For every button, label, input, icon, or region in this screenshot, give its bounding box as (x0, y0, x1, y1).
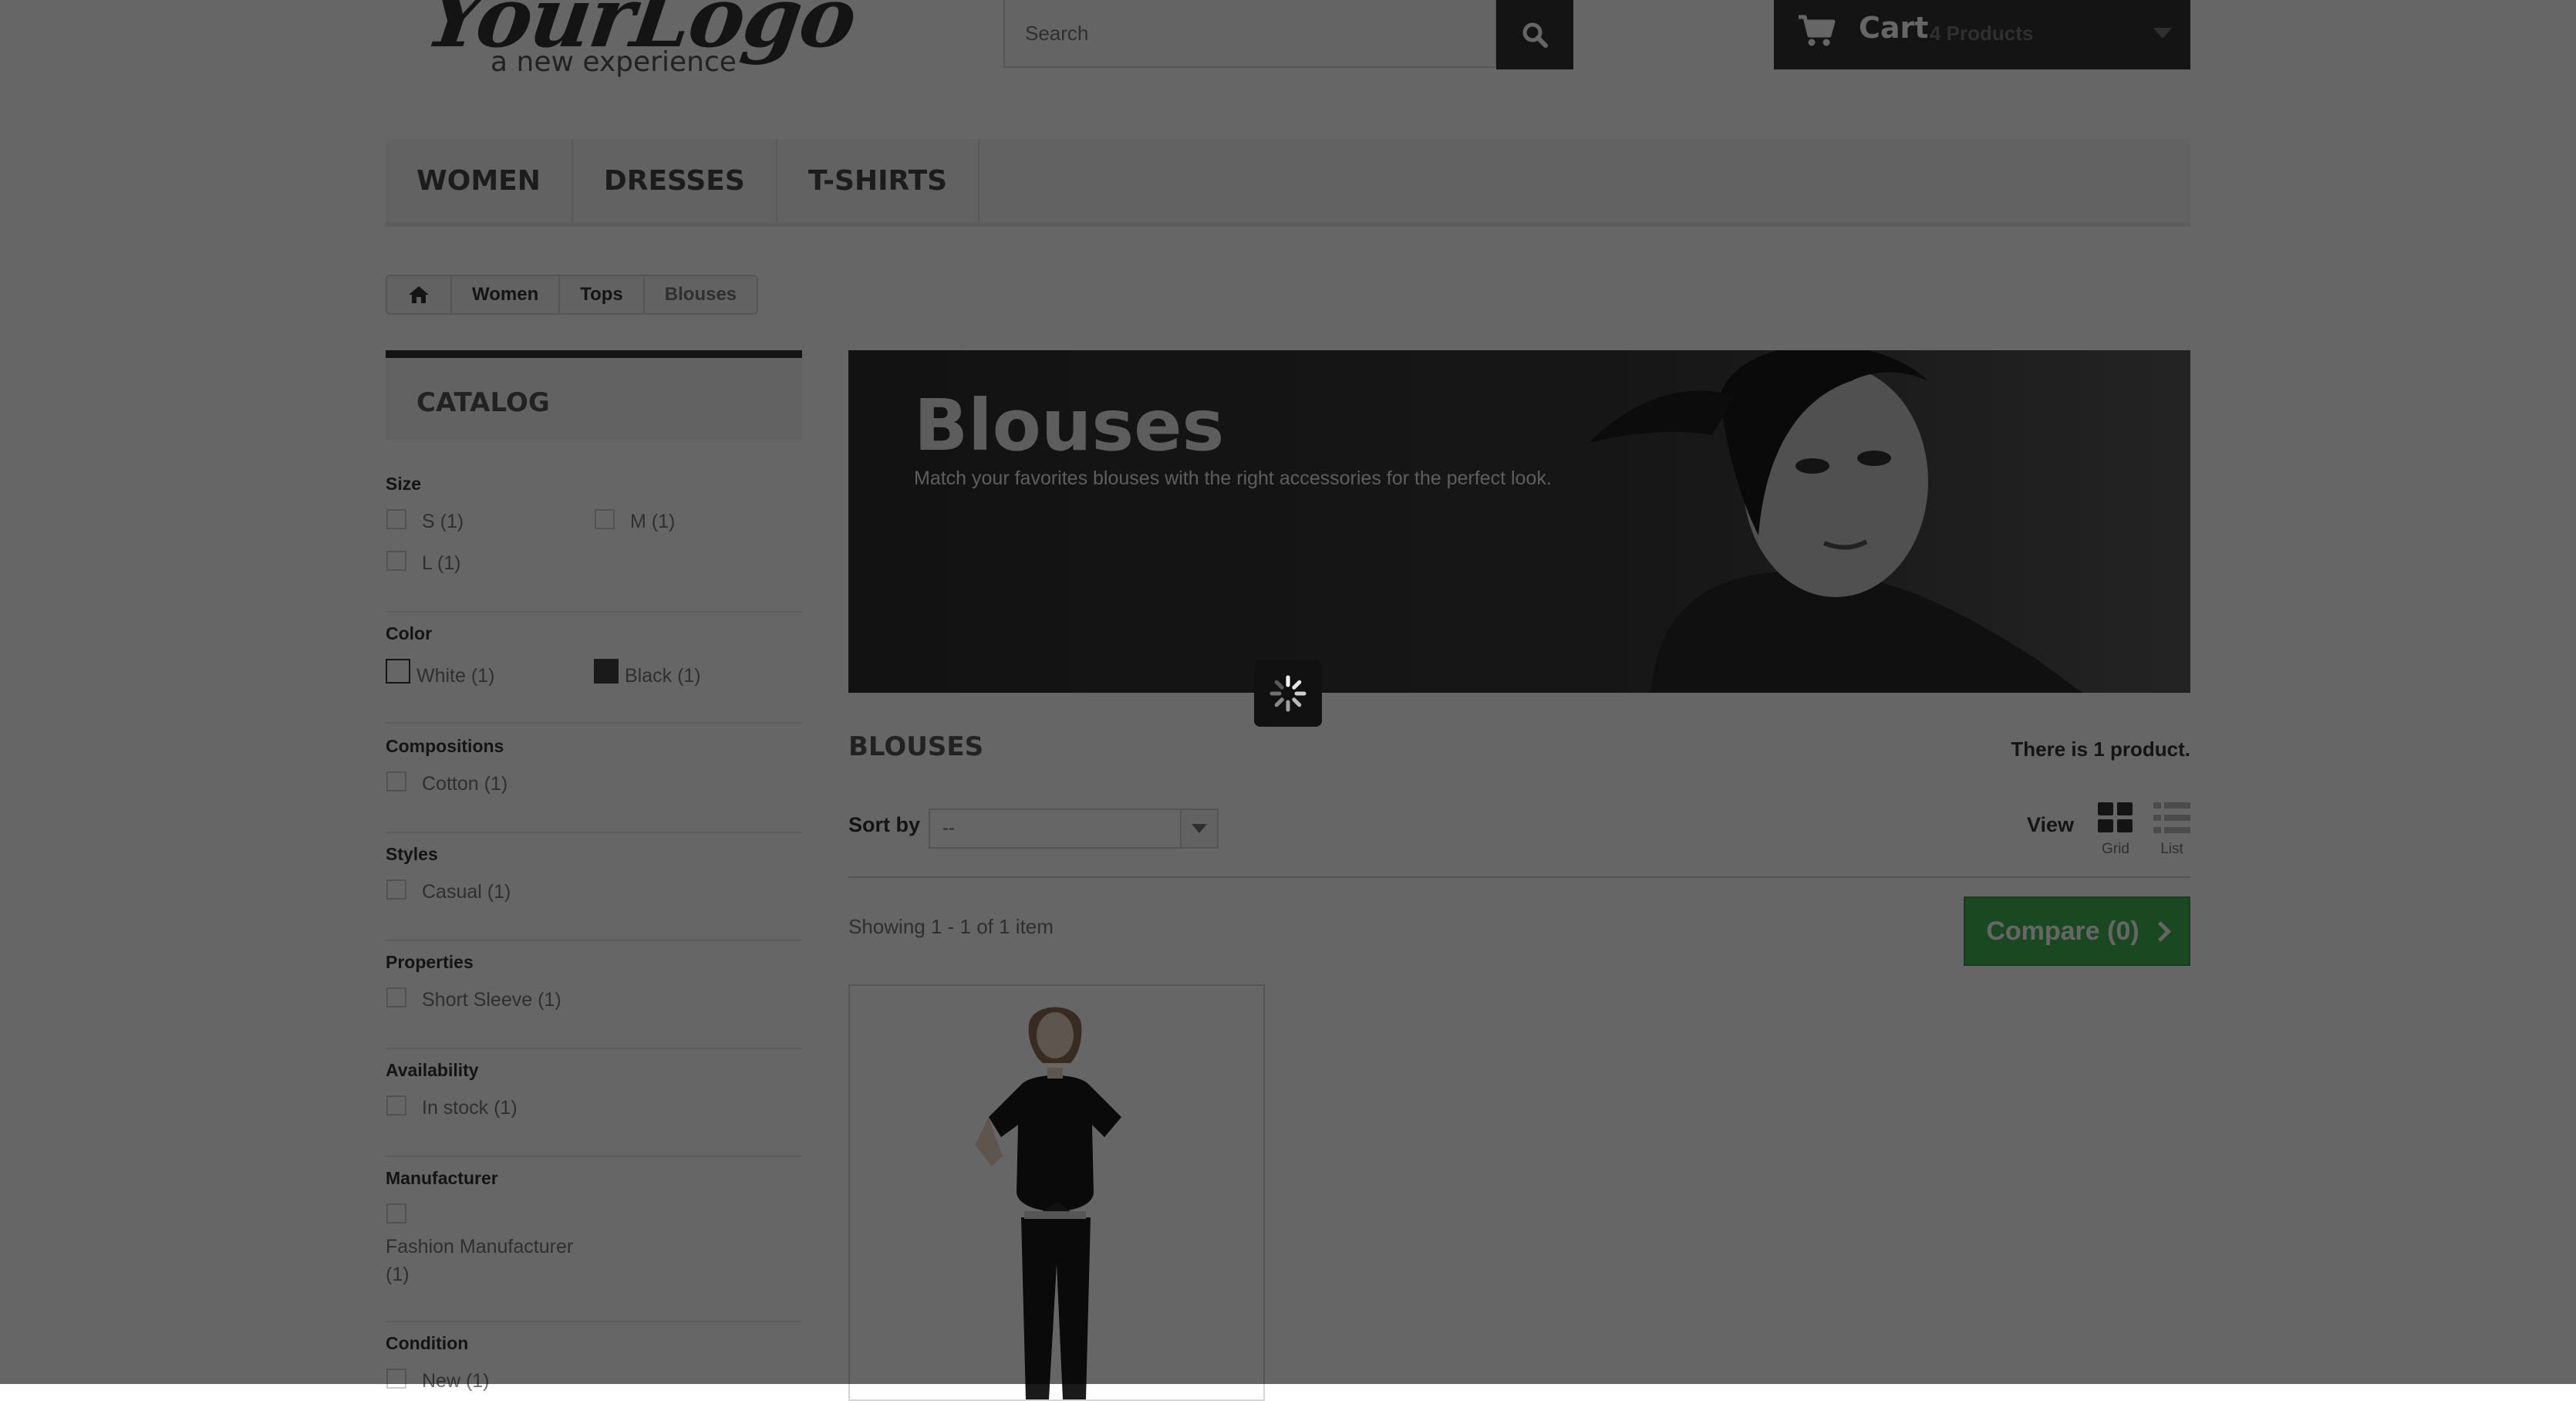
filter-label-fashion-manufacturer[interactable]: Fashion Manufacturer (386, 1236, 573, 1258)
filter-label-color-black[interactable]: Black (1) (625, 665, 701, 687)
breadcrumb-item-current: Blouses (664, 284, 737, 305)
product-image[interactable] (850, 986, 1263, 1399)
filter-label-cotton[interactable]: Cotton (1) (422, 773, 507, 795)
filter-checkbox-cotton[interactable] (386, 771, 406, 792)
filter-checkbox-short-sleeve[interactable] (386, 987, 406, 1008)
divider (386, 611, 802, 613)
divider (386, 1156, 802, 1157)
view-list-button[interactable]: List (2150, 802, 2193, 858)
search-icon (1522, 22, 1548, 48)
main-menu: WOMEN DRESSES T-SHIRTS (386, 139, 2190, 227)
divider (386, 722, 802, 724)
search-button[interactable] (1496, 0, 1573, 69)
filter-label-size-s[interactable]: S (1) (422, 511, 464, 533)
filter-label-new[interactable]: New (1) (422, 1370, 490, 1393)
filter-label-casual[interactable]: Casual (1) (422, 881, 511, 903)
catalog-block-header: CATALOG (386, 350, 802, 440)
menu-item-women[interactable]: WOMEN (386, 139, 573, 222)
compare-label: Compare (0) (1986, 916, 2139, 946)
filter-title-manufacturer: Manufacturer (386, 1168, 498, 1188)
breadcrumb-home[interactable] (387, 276, 452, 313)
catalog-title: CATALOG (416, 387, 550, 418)
chevron-right-icon (2149, 920, 2171, 942)
filter-checkbox-new[interactable] (386, 1369, 406, 1389)
divider (386, 940, 802, 941)
filter-label-size-l[interactable]: L (1) (422, 552, 460, 575)
menu-item-dresses[interactable]: DRESSES (573, 139, 777, 222)
filter-label-color-white[interactable]: White (1) (416, 665, 494, 687)
category-heading: BLOUSES (848, 731, 984, 762)
filter-title-compositions: Compositions (386, 736, 504, 756)
cart-label: Cart (1859, 11, 1929, 45)
banner-subtitle: Match your favorites blouses with the ri… (914, 468, 1552, 489)
menu-item-t-shirts[interactable]: T-SHIRTS (777, 139, 980, 222)
cart-icon (1799, 15, 1836, 46)
filter-checkbox-casual[interactable] (386, 879, 406, 900)
filter-title-availability: Availability (386, 1060, 479, 1080)
category-banner: Blouses Match your favorites blouses wit… (848, 350, 2190, 693)
breadcrumb: Women Tops Blouses (386, 275, 759, 315)
sort-select[interactable]: -- (929, 809, 1219, 849)
search-box (1003, 0, 1497, 68)
filter-title-properties: Properties (386, 952, 474, 972)
showing-count: Showing 1 - 1 of 1 item (848, 915, 1054, 938)
filter-title-color: Color (386, 623, 433, 643)
chevron-down-icon (2153, 28, 2172, 39)
color-swatch-black[interactable] (594, 659, 619, 684)
filter-label-short-sleeve[interactable]: Short Sleeve (1) (422, 989, 561, 1011)
filter-title-size: Size (386, 474, 422, 494)
product-count: There is 1 product. (2011, 738, 2190, 761)
view-grid-label: Grid (2102, 841, 2129, 857)
filter-checkbox-size-l[interactable] (386, 551, 406, 571)
loading-indicator (1254, 660, 1322, 727)
loading-spinner-icon (1269, 675, 1307, 712)
home-icon (409, 286, 429, 303)
view-grid-button[interactable]: Grid (2096, 802, 2135, 858)
filter-checkbox-size-s[interactable] (386, 509, 406, 529)
grid-view-icon (2098, 802, 2133, 832)
filter-title-condition: Condition (386, 1333, 469, 1353)
list-view-icon (2153, 802, 2190, 833)
filter-checkbox-fashion-manufacturer[interactable] (386, 1204, 406, 1224)
cart-block[interactable]: Cart 4 Products (1774, 0, 2190, 69)
divider (386, 1321, 802, 1322)
filter-title-styles: Styles (386, 844, 438, 864)
filter-label-fashion-manufacturer-count[interactable]: (1) (386, 1264, 410, 1286)
chevron-down-icon (1192, 824, 1207, 833)
banner-title: Blouses (914, 384, 1225, 467)
sort-dropdown-button[interactable] (1180, 810, 1217, 847)
view-label: View (2027, 813, 2075, 836)
sort-selected-value: -- (942, 818, 955, 839)
cart-count: 4 Products (1930, 22, 2034, 45)
filter-checkbox-in-stock[interactable] (386, 1095, 406, 1116)
divider (848, 876, 2190, 878)
compare-button[interactable]: Compare (0) (1964, 896, 2190, 966)
filter-label-size-m[interactable]: M (1) (630, 511, 675, 533)
breadcrumb-item-women[interactable]: Women (452, 276, 561, 313)
divider (386, 1048, 802, 1049)
logo-tagline: a new experience (491, 46, 737, 78)
sort-label: Sort by (848, 813, 921, 836)
breadcrumb-item-tops[interactable]: Tops (560, 276, 645, 313)
search-input[interactable] (1005, 0, 1495, 66)
view-list-label: List (2160, 841, 2183, 857)
product-card[interactable] (848, 984, 1265, 1401)
color-swatch-white[interactable] (386, 659, 410, 684)
divider (386, 832, 802, 833)
filter-checkbox-size-m[interactable] (595, 509, 615, 529)
filter-label-in-stock[interactable]: In stock (1) (422, 1097, 518, 1119)
